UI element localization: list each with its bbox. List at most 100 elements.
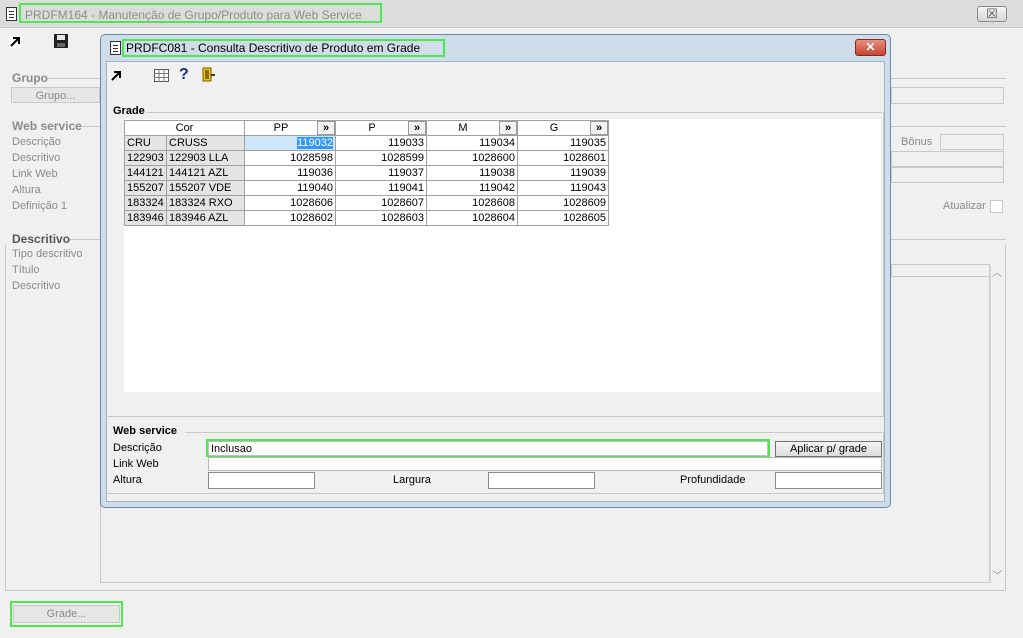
grupo-field[interactable] — [891, 87, 1004, 104]
label-descricao: Descrição — [12, 136, 61, 148]
dialog-title: PRDFC081 - Consulta Descritivo de Produt… — [126, 41, 421, 55]
parent-webservice-divider — [82, 126, 100, 127]
table-row[interactable]: 183946 183946 AZL 1028602 1028603 102860… — [124, 210, 609, 226]
grid-cell[interactable]: 119039 — [517, 165, 609, 181]
grid-cell[interactable]: 1028608 — [426, 195, 518, 211]
grid-cell[interactable]: 1028598 — [244, 150, 336, 166]
row-cor: 122903 LLA — [166, 150, 245, 166]
dialog-exit-arrow-icon[interactable] — [110, 70, 122, 82]
grid-cell[interactable]: 119040 — [244, 180, 336, 196]
document-icon — [6, 7, 17, 21]
header-size-p[interactable]: P» — [335, 120, 427, 136]
grade-table: Cor PP» P» M» G» CRU CRUSS 119032 119033… — [124, 120, 609, 226]
dialog-close-button[interactable]: ✕ — [855, 39, 886, 56]
table-row[interactable]: 144121 144121 AZL 119036 119037 119038 1… — [124, 165, 609, 181]
grid-cell[interactable]: 119035 — [517, 135, 609, 151]
grade-button[interactable]: Grade... — [13, 605, 120, 623]
label-atualizar: Atualizar — [943, 200, 986, 212]
profundidade-input[interactable] — [775, 472, 882, 489]
bonus-field[interactable] — [940, 134, 1004, 150]
row-code: CRU — [124, 135, 167, 151]
grid-cell[interactable]: 1028599 — [335, 150, 427, 166]
grid-cell[interactable]: 1028607 — [335, 195, 427, 211]
header-size-m-label: M — [458, 122, 468, 134]
table-row[interactable]: 155207 155207 VDE 119040 119041 119042 1… — [124, 180, 609, 196]
expand-chevron-icon[interactable]: » — [499, 121, 517, 135]
descricao-input[interactable] — [208, 441, 768, 456]
grid-cell[interactable]: 1028603 — [335, 210, 427, 226]
header-size-pp[interactable]: PP » — [244, 120, 336, 136]
atualizar-checkbox[interactable] — [990, 200, 1003, 213]
table-row[interactable]: 183324 183324 RXO 1028606 1028607 102860… — [124, 195, 609, 211]
grid-cell[interactable]: 119042 — [426, 180, 518, 196]
label-bonus: Bônus — [901, 136, 933, 148]
grupo-divider-right — [891, 78, 1006, 79]
scroll-down-icon[interactable]: ﹀ — [992, 567, 1002, 582]
header-size-g-label: G — [549, 122, 559, 134]
table-row[interactable]: 122903 122903 LLA 1028598 1028599 102860… — [124, 150, 609, 166]
grid-cell[interactable]: 1028604 — [426, 210, 518, 226]
apply-to-grade-button[interactable]: Aplicar p/ grade — [775, 441, 882, 457]
parent-descritivo-divider — [70, 239, 100, 240]
row-cor: 183946 AZL — [166, 210, 245, 226]
grid-icon[interactable] — [154, 69, 169, 82]
link-web-field[interactable] — [891, 167, 1004, 183]
row-code: 155207 — [124, 180, 167, 196]
grid-cell[interactable]: 119043 — [517, 180, 609, 196]
expand-chevron-icon[interactable]: » — [590, 121, 608, 135]
label-descritivo: Descritivo — [12, 152, 61, 164]
selected-cell-value[interactable]: 119032 — [297, 137, 333, 149]
label-altura: Altura — [12, 184, 41, 196]
grid-cell[interactable]: 119037 — [335, 165, 427, 181]
parent-webservice-divider-right — [891, 126, 1006, 127]
grupo-divider — [48, 78, 104, 79]
header-size-p-label: P — [368, 122, 376, 134]
parent-scrollbar[interactable] — [990, 265, 1004, 583]
titulo-field[interactable] — [891, 264, 990, 277]
grid-cell[interactable]: 1028601 — [517, 150, 609, 166]
dialog-label-profundidade: Profundidade — [680, 474, 746, 486]
dialog-label-link-web: Link Web — [113, 458, 159, 470]
altura-input[interactable] — [208, 472, 315, 489]
expand-chevron-icon[interactable]: » — [408, 121, 426, 135]
exit-arrow-icon[interactable] — [9, 36, 21, 48]
dialog-document-icon — [110, 41, 121, 55]
row-code: 183946 — [124, 210, 167, 226]
descritivo-field[interactable] — [891, 151, 1004, 167]
header-size-g[interactable]: G» — [517, 120, 609, 136]
grid-cell[interactable]: 119033 — [335, 135, 427, 151]
table-row[interactable]: CRU CRUSS 119032 119033 119034 119035 — [124, 135, 609, 151]
expand-chevron-icon[interactable]: » — [317, 121, 335, 135]
parent-descritivo-divider-right — [891, 239, 1006, 240]
grid-cell[interactable]: 119038 — [426, 165, 518, 181]
parent-descritivo-legend: Descritivo — [12, 232, 71, 246]
grid-cell[interactable]: 1028602 — [244, 210, 336, 226]
parent-close-button[interactable]: ☒ — [977, 6, 1007, 22]
largura-input[interactable] — [488, 472, 595, 489]
parent-webservice-legend: Web service — [12, 119, 82, 133]
grid-cell[interactable]: 119032 — [244, 135, 336, 151]
row-cor: CRUSS — [166, 135, 245, 151]
save-disk-icon[interactable] — [54, 34, 68, 48]
grid-cell[interactable]: 1028605 — [517, 210, 609, 226]
exit-door-icon[interactable] — [201, 67, 216, 82]
scroll-up-icon[interactable]: ︿ — [992, 264, 1002, 279]
grupo-button[interactable]: Grupo... — [11, 87, 100, 103]
row-cor: 144121 AZL — [166, 165, 245, 181]
grid-cell[interactable]: 119041 — [335, 180, 427, 196]
grupo-legend: Grupo — [12, 71, 48, 85]
dialog-label-largura: Largura — [393, 474, 431, 486]
grid-cell[interactable]: 1028609 — [517, 195, 609, 211]
grid-cell[interactable]: 119036 — [244, 165, 336, 181]
row-cor: 155207 VDE — [166, 180, 245, 196]
header-size-m[interactable]: M» — [426, 120, 518, 136]
label-link-web: Link Web — [12, 168, 58, 180]
grid-cell[interactable]: 1028600 — [426, 150, 518, 166]
grade-header-row: Cor PP» P» M» G» — [124, 120, 609, 136]
grid-cell[interactable]: 1028606 — [244, 195, 336, 211]
row-code: 144121 — [124, 165, 167, 181]
grid-cell[interactable]: 119034 — [426, 135, 518, 151]
header-cor: Cor — [124, 120, 245, 136]
help-icon[interactable]: ? — [179, 66, 189, 84]
link-web-input[interactable] — [208, 457, 882, 471]
